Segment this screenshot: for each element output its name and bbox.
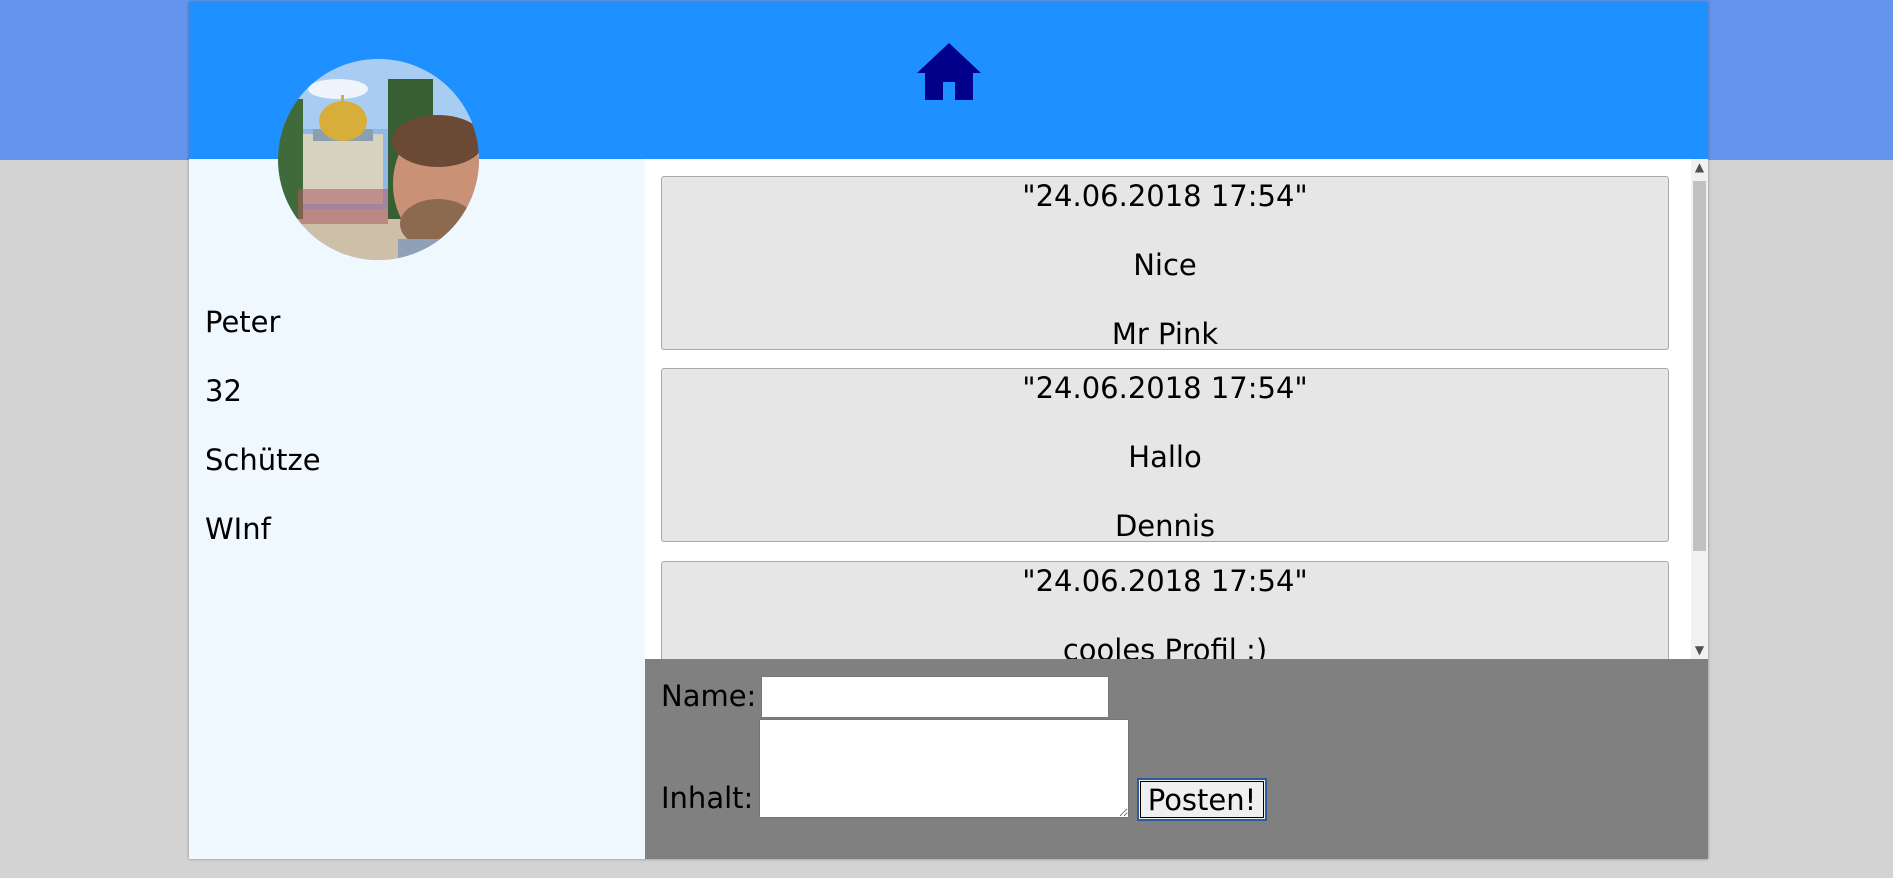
avatar-photo [278,59,479,260]
post-date: "24.06.2018 17:54" [1022,371,1308,405]
profile-field: WInf [205,512,271,546]
post-author: Mr Pink [1111,317,1219,351]
feed-scrollbar[interactable]: ▲ ▼ [1691,159,1708,659]
profile-sidebar: Peter 32 Schütze WInf [189,159,645,859]
content-label: Inhalt: [661,781,754,815]
scrollbar-thumb[interactable] [1693,181,1706,551]
chevron-down-icon[interactable]: ▼ [1691,642,1708,659]
home-icon[interactable] [915,41,983,102]
avatar [278,59,479,260]
post-content: Nice [1133,248,1197,282]
post-card: "24.06.2018 17:54" Hallo Dennis [661,368,1669,543]
name-label: Name: [661,679,757,713]
post-card: "24.06.2018 17:54" Nice Mr Pink [661,176,1669,351]
profile-name: Peter [205,305,281,339]
post-content: Hallo [1128,440,1202,474]
post-date: "24.06.2018 17:54" [1022,564,1308,598]
submit-post-button[interactable]: Posten! [1137,778,1267,821]
name-field[interactable] [761,676,1109,718]
main-content: "24.06.2018 17:54" Nice Mr Pink "24.06.2… [645,159,1708,859]
guestbook-feed[interactable]: "24.06.2018 17:54" Nice Mr Pink "24.06.2… [645,159,1708,659]
chevron-up-icon[interactable]: ▲ [1691,159,1708,176]
profile-zodiac: Schütze [205,443,321,477]
post-content: cooles Profil :) [1062,633,1268,659]
post-form: Name: Inhalt: Posten! [645,659,1708,859]
post-card: "24.06.2018 17:54" cooles Profil :) [661,561,1669,659]
content-field[interactable] [759,719,1129,818]
post-date: "24.06.2018 17:54" [1022,179,1308,213]
profile-age: 32 [205,374,242,408]
post-author: Dennis [1114,509,1216,543]
page-container: Peter 32 Schütze WInf "24.06.2018 17:54"… [189,2,1708,859]
